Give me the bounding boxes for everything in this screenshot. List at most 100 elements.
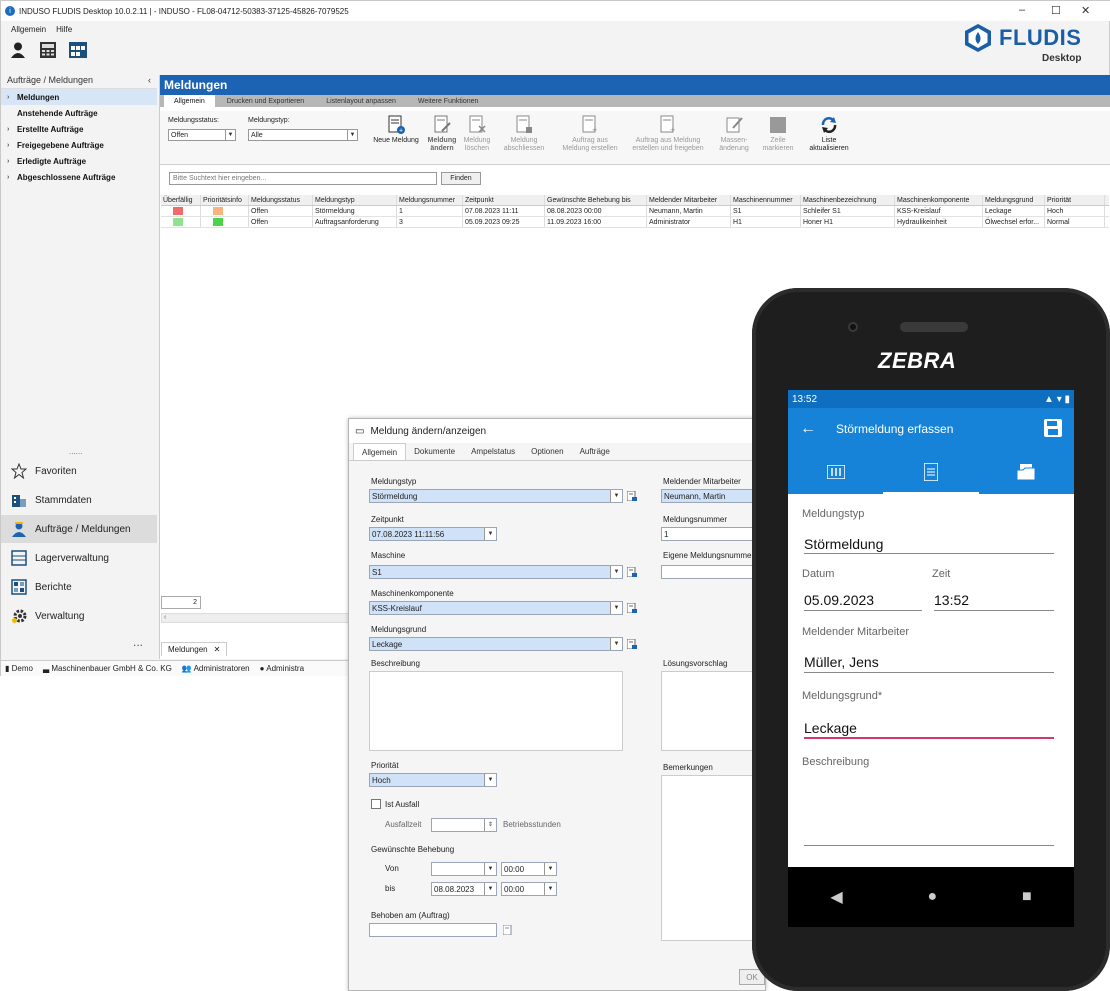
phone-beschreibung-input[interactable] <box>804 845 1054 846</box>
more-options-icon[interactable]: ... <box>133 635 143 649</box>
chevron-down-icon[interactable]: ▼ <box>544 863 556 875</box>
horizontal-scrollbar[interactable]: ‹ <box>161 613 361 623</box>
tab-drucken[interactable]: Drucken und Exportieren <box>217 95 314 107</box>
menu-allgemein[interactable]: Allgemein <box>11 25 46 34</box>
chevron-down-icon[interactable]: ▼ <box>544 883 556 895</box>
nr-field[interactable]: 1 <box>661 527 761 541</box>
expand-arrow-icon[interactable]: › <box>7 94 17 101</box>
dialog-tab-optionen[interactable]: Optionen <box>523 443 571 460</box>
column-header[interactable]: Überfällig <box>161 195 201 205</box>
column-header[interactable]: Zeitpunkt <box>463 195 545 205</box>
column-header[interactable]: Meldender Mitarbeiter <box>647 195 731 205</box>
create-order-button[interactable]: + Auftrag aus Meldung erstellen <box>558 115 622 153</box>
tree-item-abgeschlossene-auftraege[interactable]: › Abgeschlossene Aufträge <box>1 169 157 185</box>
bis-time-field[interactable]: 00:00 ▼ <box>501 882 557 896</box>
komponente-select[interactable]: KSS-Kreislauf ▼ <box>369 601 623 615</box>
lookup-icon[interactable] <box>627 491 637 501</box>
loesung-textarea[interactable] <box>661 671 761 751</box>
new-message-button[interactable]: + Neue Meldung <box>370 115 422 145</box>
column-header[interactable]: Maschinenkomponente <box>895 195 983 205</box>
close-tab-icon[interactable]: ✕ <box>214 645 221 654</box>
column-header[interactable]: Priorität <box>1045 195 1105 205</box>
tree-item-erstellte-auftraege[interactable]: › Erstellte Aufträge <box>1 121 157 137</box>
ausfall-checkbox[interactable] <box>371 799 381 809</box>
user-icon[interactable] <box>9 41 27 59</box>
chevron-down-icon[interactable]: ▼ <box>610 566 622 578</box>
table-row[interactable]: Offen Störmeldung 1 07.08.2023 11:11 08.… <box>161 206 1109 217</box>
nav-home-icon[interactable]: ● <box>927 888 937 906</box>
tab-weitere[interactable]: Weitere Funktionen <box>408 95 489 107</box>
back-arrow-icon[interactable]: ← <box>800 420 816 438</box>
chevron-down-icon[interactable]: ▼ <box>610 602 622 614</box>
search-input[interactable]: Bitte Suchtext hier eingeben... <box>169 172 437 185</box>
edit-message-button[interactable]: Meldung ändern <box>426 115 458 153</box>
refresh-list-button[interactable]: Liste aktualisieren <box>806 115 852 153</box>
phone-zeit-value[interactable]: 13:52 <box>934 592 969 608</box>
table-row[interactable]: Offen Auftragsanforderung 3 05.09.2023 0… <box>161 217 1109 228</box>
beschreibung-textarea[interactable] <box>369 671 623 751</box>
von-date-field[interactable]: ▼ <box>431 862 497 876</box>
minimize-icon[interactable]: – <box>1019 4 1025 16</box>
document-tab-meldungen[interactable]: Meldungen ✕ <box>161 642 228 656</box>
nav-recents-icon[interactable]: ■ <box>1022 888 1032 906</box>
dialog-tab-auftraege[interactable]: Aufträge <box>572 443 618 460</box>
create-release-order-button[interactable]: + Auftrag aus Meldung erstellen und freig… <box>628 115 708 153</box>
chevron-down-icon[interactable]: ▼ <box>610 490 622 502</box>
tree-item-freigegebene-auftraege[interactable]: › Freigegebene Aufträge <box>1 137 157 153</box>
column-header[interactable]: Meldungstyp <box>313 195 397 205</box>
dialog-tab-allgemein[interactable]: Allgemein <box>353 443 407 460</box>
meldungstyp-select[interactable]: Störmeldung ▼ <box>369 489 623 503</box>
nav-berichte[interactable]: Berichte <box>1 573 157 601</box>
bis-date-field[interactable]: 08.08.2023 ▼ <box>431 882 497 896</box>
chevron-down-icon[interactable]: ▼ <box>484 883 496 895</box>
mitarbeiter-field[interactable]: Neumann, Martin <box>661 489 761 503</box>
column-header[interactable]: Gewünschte Behebung bis <box>545 195 647 205</box>
tree-item-meldungen[interactable]: › Meldungen <box>1 89 157 105</box>
save-icon[interactable] <box>1044 418 1062 440</box>
chevron-down-icon[interactable]: ▼ <box>225 130 235 140</box>
nav-stammdaten[interactable]: Stammdaten <box>1 486 157 514</box>
expand-arrow-icon[interactable]: › <box>7 142 17 149</box>
close-icon[interactable]: ✕ <box>1081 4 1090 17</box>
nav-back-icon[interactable]: ◀ <box>830 887 842 907</box>
expand-arrow-icon[interactable]: › <box>7 174 17 181</box>
lookup-icon[interactable] <box>503 925 513 935</box>
mass-edit-button[interactable]: Massen-änderung <box>716 115 752 153</box>
nav-verwaltung[interactable]: Verwaltung <box>1 602 157 630</box>
chevron-down-icon[interactable]: ▼ <box>610 638 622 650</box>
tab-allgemein[interactable]: Allgemein <box>164 95 215 107</box>
chevron-down-icon[interactable]: ▼ <box>484 774 496 786</box>
delete-message-button[interactable]: Meldung löschen <box>462 115 492 153</box>
splitter-dots[interactable]: ...... <box>69 447 82 456</box>
dialog-tab-ampelstatus[interactable]: Ampelstatus <box>463 443 523 460</box>
column-header[interactable]: Prioritätsinfo <box>201 195 249 205</box>
tab-files[interactable] <box>979 450 1074 494</box>
type-filter-select[interactable]: Alle ▼ <box>248 129 358 141</box>
calculator-icon[interactable] <box>39 41 57 59</box>
chevron-down-icon[interactable]: ▼ <box>347 130 357 140</box>
phone-grund-value[interactable]: Leckage <box>804 720 857 736</box>
collapse-sidebar-icon[interactable]: ‹ <box>148 75 151 85</box>
bemerkungen-textarea[interactable] <box>661 775 761 941</box>
lookup-icon[interactable] <box>627 639 637 649</box>
chevron-down-icon[interactable]: ▼ <box>484 528 496 540</box>
column-header[interactable]: Maschinenbezeichnung <box>801 195 895 205</box>
phone-mitarbeiter-value[interactable]: Müller, Jens <box>804 654 879 670</box>
tab-details[interactable] <box>883 450 979 494</box>
stepper-icon[interactable]: ⇕ <box>484 819 496 831</box>
column-header[interactable]: Maschinennummer <box>731 195 801 205</box>
nav-favoriten[interactable]: Favoriten <box>1 457 157 485</box>
mark-row-button[interactable]: Zeile markieren <box>760 115 796 153</box>
column-header[interactable]: Meldungsnummer <box>397 195 463 205</box>
dialog-tab-dokumente[interactable]: Dokumente <box>406 443 463 460</box>
tab-barcode[interactable] <box>788 450 883 494</box>
tree-item-anstehende-auftraege[interactable]: Anstehende Aufträge <box>1 105 157 121</box>
von-time-field[interactable]: 00:00 ▼ <box>501 862 557 876</box>
behoben-field[interactable] <box>369 923 497 937</box>
close-message-button[interactable]: Meldung abschliessen <box>502 115 546 153</box>
column-header[interactable]: Meldungsstatus <box>249 195 313 205</box>
chevron-down-icon[interactable]: ▼ <box>484 863 496 875</box>
tab-listenlayout[interactable]: Listenlayout anpassen <box>316 95 406 107</box>
lookup-icon[interactable] <box>627 567 637 577</box>
expand-arrow-icon[interactable]: › <box>7 126 17 133</box>
